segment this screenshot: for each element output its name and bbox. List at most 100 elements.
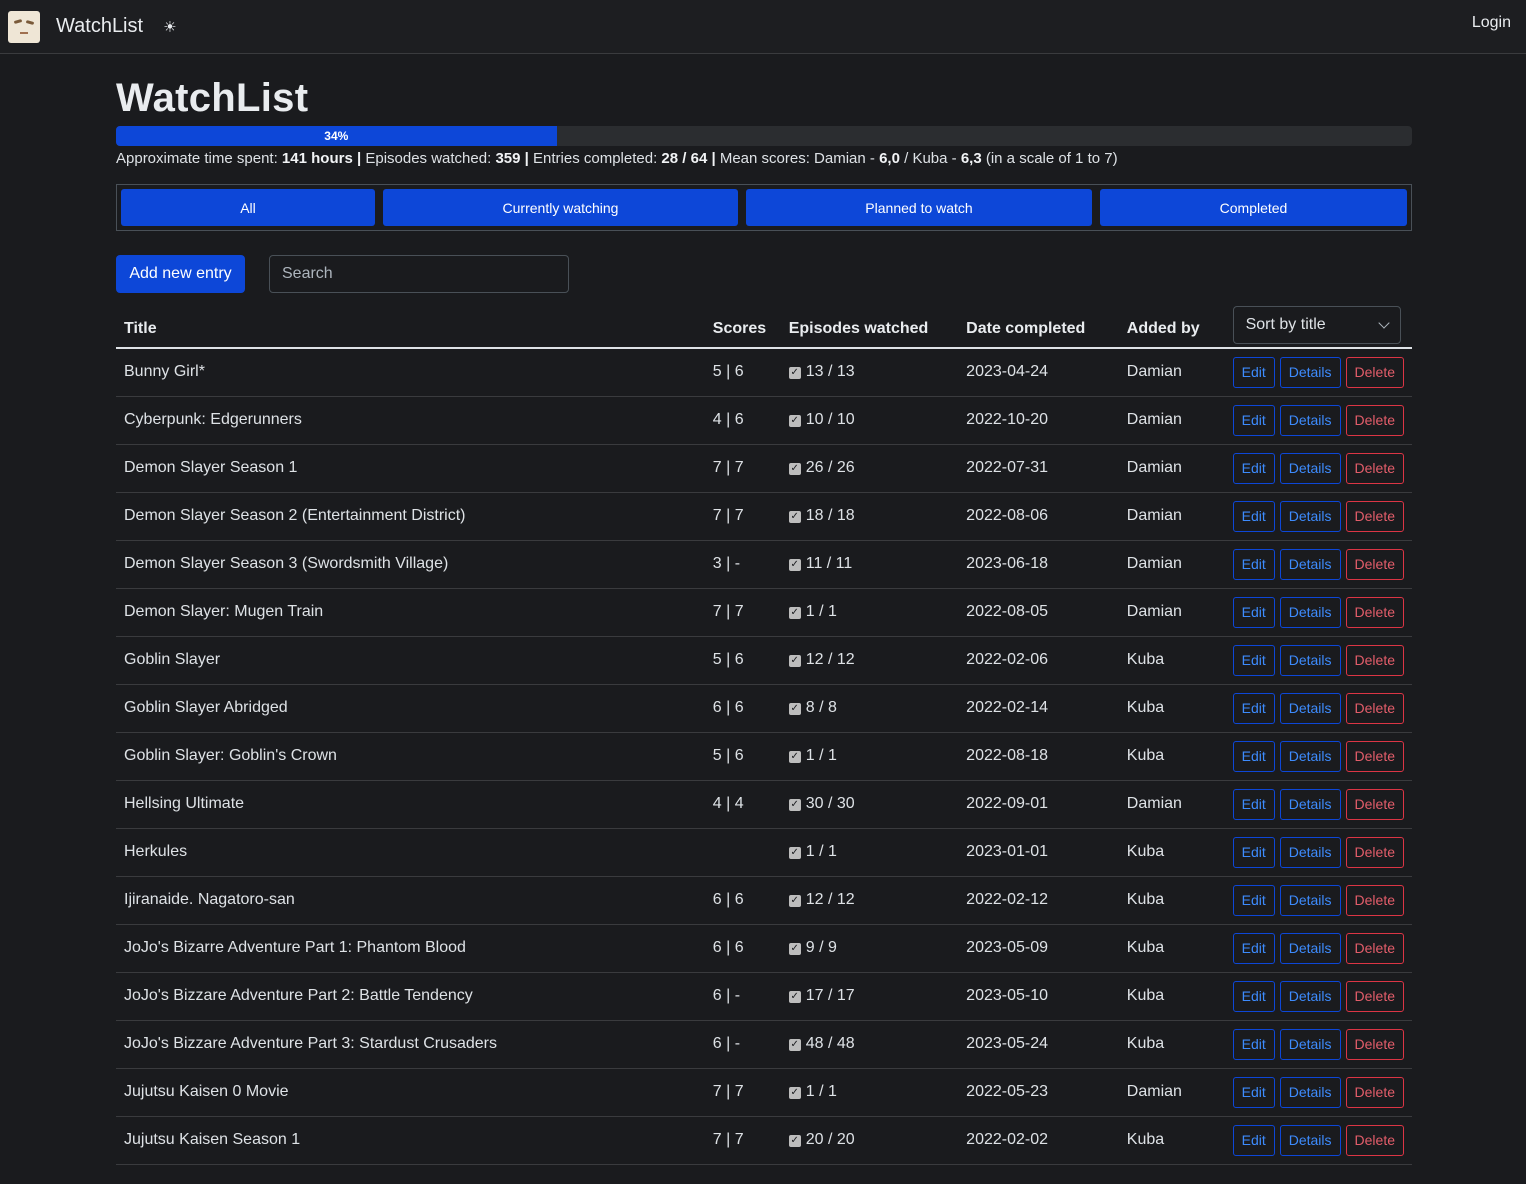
edit-button[interactable]: Edit: [1232, 836, 1275, 868]
details-button[interactable]: Details: [1279, 452, 1341, 484]
delete-button[interactable]: Delete: [1345, 356, 1404, 388]
header-added-by[interactable]: Added by: [1119, 301, 1225, 348]
edit-button[interactable]: Edit: [1232, 356, 1275, 388]
filter-currently-watching-button[interactable]: Currently watching: [383, 189, 738, 226]
stat-scale-note: (in a scale of 1 to 7): [985, 150, 1118, 167]
delete-button[interactable]: Delete: [1345, 692, 1404, 724]
edit-button[interactable]: Edit: [1232, 644, 1275, 676]
edit-button[interactable]: Edit: [1232, 692, 1275, 724]
sun-icon[interactable]: ☀: [163, 18, 176, 36]
cell-actions: Edit Details Delete: [1225, 348, 1412, 396]
details-button[interactable]: Details: [1279, 740, 1341, 772]
delete-button[interactable]: Delete: [1345, 404, 1404, 436]
edit-button[interactable]: Edit: [1232, 596, 1275, 628]
checkbox-checked-icon[interactable]: ✓: [788, 463, 801, 475]
cell-date: 2023-05-09: [966, 939, 1049, 956]
delete-button[interactable]: Delete: [1345, 644, 1404, 676]
delete-button[interactable]: Delete: [1345, 1028, 1404, 1060]
edit-button[interactable]: Edit: [1232, 932, 1275, 964]
cell-added-by: Kuba: [1126, 747, 1165, 764]
details-button[interactable]: Details: [1279, 788, 1341, 820]
delete-button[interactable]: Delete: [1345, 548, 1404, 580]
checkbox-checked-icon[interactable]: ✓: [788, 1087, 801, 1099]
details-button[interactable]: Details: [1279, 644, 1341, 676]
delete-button[interactable]: Delete: [1345, 980, 1404, 1012]
details-button[interactable]: Details: [1279, 404, 1341, 436]
checkbox-checked-icon[interactable]: ✓: [788, 511, 801, 523]
details-button[interactable]: Details: [1279, 500, 1341, 532]
checkbox-checked-icon[interactable]: ✓: [788, 1039, 801, 1051]
delete-button[interactable]: Delete: [1345, 884, 1404, 916]
details-button[interactable]: Details: [1279, 1076, 1341, 1108]
checkbox-checked-icon[interactable]: ✓: [788, 559, 801, 571]
filter-all-button[interactable]: All: [121, 189, 375, 226]
edit-button[interactable]: Edit: [1232, 884, 1275, 916]
edit-button[interactable]: Edit: [1232, 452, 1275, 484]
delete-button[interactable]: Delete: [1345, 836, 1404, 868]
checkbox-checked-icon[interactable]: ✓: [788, 847, 801, 859]
app-logo[interactable]: [8, 10, 40, 43]
checkbox-checked-icon[interactable]: ✓: [788, 1135, 801, 1147]
checkbox-checked-icon[interactable]: ✓: [788, 799, 801, 811]
login-link[interactable]: Login: [1472, 14, 1511, 32]
details-button[interactable]: Details: [1279, 596, 1341, 628]
details-button[interactable]: Details: [1279, 980, 1341, 1012]
edit-button[interactable]: Edit: [1232, 1076, 1275, 1108]
delete-button[interactable]: Delete: [1345, 932, 1404, 964]
delete-button[interactable]: Delete: [1345, 788, 1404, 820]
checkbox-checked-icon[interactable]: ✓: [788, 895, 801, 907]
episodes-count: 1 / 1: [805, 843, 837, 860]
edit-button[interactable]: Edit: [1232, 404, 1275, 436]
header-scores[interactable]: Scores: [705, 301, 781, 348]
details-button[interactable]: Details: [1279, 836, 1341, 868]
edit-button[interactable]: Edit: [1232, 740, 1275, 772]
checkbox-checked-icon[interactable]: ✓: [788, 607, 801, 619]
checkbox-checked-icon[interactable]: ✓: [788, 751, 801, 763]
delete-button[interactable]: Delete: [1345, 596, 1404, 628]
cell-episodes: ✓ 48 / 48: [781, 1020, 958, 1068]
table-row: Goblin Slayer: Goblin's Crown 5 | 6 ✓ 1 /…: [116, 732, 1412, 780]
cell-scores: 6 | 6: [712, 891, 744, 908]
filter-completed-button[interactable]: Completed: [1100, 189, 1407, 226]
search-input[interactable]: Search: [269, 255, 569, 293]
edit-button[interactable]: Edit: [1232, 1028, 1275, 1060]
details-button[interactable]: Details: [1279, 932, 1341, 964]
filter-planned-button[interactable]: Planned to watch: [746, 189, 1092, 226]
header-date[interactable]: Date completed: [958, 301, 1119, 348]
details-button[interactable]: Details: [1279, 1028, 1341, 1060]
checkbox-checked-icon[interactable]: ✓: [788, 367, 801, 380]
checkbox-checked-icon[interactable]: ✓: [788, 415, 801, 427]
header-title[interactable]: Title: [116, 301, 705, 348]
edit-button[interactable]: Edit: [1232, 980, 1275, 1012]
edit-button[interactable]: Edit: [1232, 788, 1275, 820]
details-button[interactable]: Details: [1279, 548, 1341, 580]
details-button[interactable]: Details: [1279, 692, 1341, 724]
delete-button[interactable]: Delete: [1345, 1124, 1404, 1156]
add-entry-button[interactable]: Add new entry: [116, 255, 245, 293]
episodes-count: 1 / 1: [805, 1083, 837, 1100]
checkbox-checked-icon[interactable]: ✓: [788, 655, 801, 667]
brand-name[interactable]: WatchList: [56, 15, 143, 38]
cell-title: Herkules: [124, 843, 188, 860]
edit-button[interactable]: Edit: [1232, 1124, 1275, 1156]
stat-kuba-label: / Kuba -: [904, 150, 957, 167]
sort-select[interactable]: Sort by title: [1232, 305, 1401, 344]
delete-button[interactable]: Delete: [1345, 1076, 1404, 1108]
delete-button[interactable]: Delete: [1345, 740, 1404, 772]
table-row: Herkules ✓ 1 / 1 2023-01-01 Kuba Edit Det…: [116, 828, 1412, 876]
header-episodes[interactable]: Episodes watched: [781, 301, 958, 348]
stat-damian-mean: 6,0: [879, 150, 900, 167]
checkbox-checked-icon[interactable]: ✓: [788, 703, 801, 715]
details-button[interactable]: Details: [1279, 884, 1341, 916]
details-button[interactable]: Details: [1279, 356, 1341, 388]
delete-button[interactable]: Delete: [1345, 452, 1404, 484]
edit-button[interactable]: Edit: [1232, 548, 1275, 580]
episodes-count: 17 / 17: [805, 987, 855, 1004]
cell-episodes: ✓ 8 / 8: [781, 684, 958, 732]
checkbox-checked-icon[interactable]: ✓: [788, 991, 801, 1003]
details-button[interactable]: Details: [1279, 1124, 1341, 1156]
delete-button[interactable]: Delete: [1345, 500, 1404, 532]
checkbox-checked-icon[interactable]: ✓: [788, 943, 801, 955]
edit-button[interactable]: Edit: [1232, 500, 1275, 532]
cell-date: 2022-10-20: [966, 411, 1049, 428]
